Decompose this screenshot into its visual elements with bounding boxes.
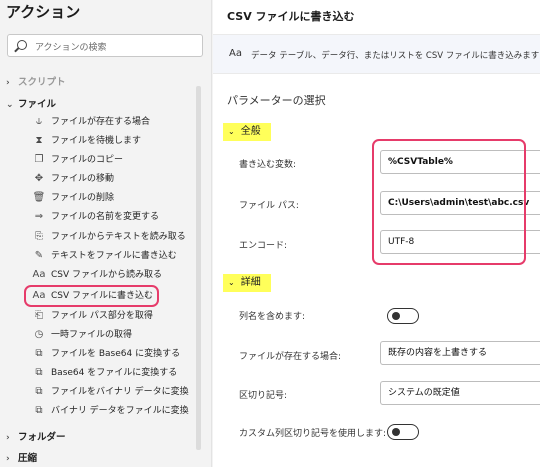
action-item-label: ファイルの移動 (51, 174, 115, 184)
write-text-icon: ✎ (34, 250, 44, 261)
action-item-label: ファイルからテキストを読み取る (51, 232, 186, 242)
chevron-right-icon: › (6, 454, 10, 464)
params-heading: パラメーターの選択 (227, 94, 326, 107)
chevron-right-icon: › (6, 78, 10, 88)
action-item-read-csv[interactable]: Aa CSV ファイルから読み取る (32, 266, 200, 284)
tree-group-label: スクリプト (18, 77, 66, 88)
action-item-write-csv[interactable]: Aa CSV ファイルに書き込む (24, 285, 159, 307)
section-general-label: 全般 (240, 126, 261, 137)
chevron-down-icon: ⌄ (228, 127, 235, 136)
description-body: データ テーブル、データ行、またはリストを CSV ファイルに書き込みます (251, 51, 540, 61)
section-advanced-label: 詳細 (240, 277, 261, 288)
actions-scrollbar[interactable] (196, 86, 201, 450)
toggle-knob (392, 312, 400, 320)
action-item-label: ファイル パス部分を取得 (51, 311, 153, 321)
action-item-label: バイナリ データをファイルに変換 (51, 406, 189, 416)
include-names-toggle[interactable] (387, 308, 419, 324)
section-general-toggle[interactable]: ⌄ 全般 (223, 123, 271, 141)
action-item-label: ファイルの名前を変更する (51, 212, 160, 222)
convert-icon: ⧉ (35, 367, 43, 378)
actions-panel-title: アクション (6, 3, 81, 21)
action-item-if-file-exists[interactable]: ⫝ ファイルが存在する場合 (32, 113, 200, 131)
action-item-copy-file[interactable]: ❐ ファイルのコピー (32, 151, 200, 169)
copy-icon: ❐ (34, 154, 44, 165)
encoding-label: エンコード: (239, 241, 288, 251)
tree-group-label: 圧縮 (18, 453, 38, 464)
file-path-label: ファイル パス: (239, 201, 299, 211)
tree-group-scripts[interactable]: › スクリプト (6, 74, 66, 88)
action-item-label: テキストをファイルに書き込む (51, 251, 177, 261)
trash-icon: 🗑 (32, 192, 46, 203)
file-exists-icon: ⫝ (36, 116, 42, 127)
rename-icon: ⇒ (34, 211, 44, 222)
separator-label: 区切り記号: (239, 391, 288, 401)
variable-label: 書き込む変数: (239, 160, 297, 170)
action-item-binary-to-file[interactable]: ⧉ バイナリ データをファイルに変換 (32, 402, 200, 420)
search-icon (17, 40, 27, 50)
tree-group-label: ファイル (18, 99, 57, 110)
action-item-rename-file[interactable]: ⇒ ファイルの名前を変更する (32, 208, 200, 226)
move-icon: ✥ (34, 173, 44, 184)
action-item-wait-for-file[interactable]: ⧗ ファイルを待機します (32, 132, 200, 150)
action-item-read-text[interactable]: ⎘ ファイルからテキストを読み取る (32, 228, 200, 246)
action-item-label: ファイルが存在する場合 (51, 117, 151, 127)
hourglass-icon: ⧗ (35, 135, 43, 146)
action-item-label: CSV ファイルに書き込む (51, 291, 154, 301)
action-item-label: ファイルを待機します (51, 136, 142, 146)
action-item-base64-to-file[interactable]: ⧉ Base64 をファイルに変換する (32, 364, 200, 382)
chevron-down-icon: ⌄ (6, 100, 14, 110)
highlight-box (372, 139, 526, 265)
chevron-right-icon: › (6, 433, 10, 443)
separator-select[interactable]: システムの既定値 (380, 381, 540, 405)
if-exists-label: ファイルが存在する場合: (239, 352, 342, 362)
csv-icon: Aa (229, 48, 242, 59)
action-item-temp-file[interactable]: ◷ 一時ファイルの取得 (32, 326, 200, 344)
tree-group-file[interactable]: ⌄ ファイル (6, 96, 56, 110)
convert-icon: ⧉ (35, 386, 43, 397)
dialog-title: CSV ファイルに書き込む (227, 10, 355, 23)
actions-panel: アクション アクションの検索 › スクリプト ⌄ ファイル ⫝ ファイルが存在する場合… (0, 0, 212, 467)
action-item-label: ファイルをバイナリ データに変換 (51, 387, 189, 397)
read-text-icon: ⎘ (35, 231, 43, 242)
csv-icon: Aa (32, 290, 46, 301)
action-search-input[interactable]: アクションの検索 (7, 34, 203, 57)
toggle-knob (392, 428, 400, 436)
section-advanced-toggle[interactable]: ⌄ 詳細 (223, 274, 271, 292)
action-item-write-text[interactable]: ✎ テキストをファイルに書き込む (32, 247, 200, 265)
custom-separator-label: カスタム列区切り記号を使用します: (239, 429, 387, 439)
action-item-move-file[interactable]: ✥ ファイルの移動 (32, 170, 200, 188)
search-placeholder: アクションの検索 (35, 43, 107, 53)
action-dialog: CSV ファイルに書き込む Aa データ テーブル、データ行、またはリストを C… (213, 0, 540, 467)
action-item-label: ファイルの削除 (51, 193, 115, 203)
if-exists-select[interactable]: 既存の内容を上書きする (380, 341, 540, 365)
temp-file-icon: ◷ (34, 329, 44, 340)
action-item-label: ファイルのコピー (51, 155, 124, 165)
action-item-label: 一時ファイルの取得 (51, 330, 133, 340)
chevron-down-icon: ⌄ (228, 278, 235, 287)
include-names-label: 列名を含めます: (239, 312, 306, 322)
tree-group-folder[interactable]: › フォルダー (6, 429, 66, 443)
tree-group-compress[interactable]: › 圧縮 (6, 450, 37, 464)
action-item-label: ファイルを Base64 に変換する (51, 349, 181, 359)
action-item-label: Base64 をファイルに変換する (51, 368, 178, 378)
tree-group-label: フォルダー (18, 432, 66, 443)
action-item-label: CSV ファイルから読み取る (51, 270, 163, 280)
action-item-file-to-binary[interactable]: ⧉ ファイルをバイナリ データに変換 (32, 383, 200, 401)
path-icon: ⎗ (35, 310, 43, 321)
csv-icon: Aa (32, 269, 46, 280)
custom-separator-toggle[interactable] (387, 424, 419, 440)
convert-icon: ⧉ (35, 348, 43, 359)
action-item-delete-file[interactable]: 🗑 ファイルの削除 (32, 189, 200, 207)
convert-icon: ⧉ (35, 405, 43, 416)
action-item-get-path-part[interactable]: ⎗ ファイル パス部分を取得 (32, 307, 200, 325)
description-text: データ テーブル、データ行、またはリストを CSV ファイルに書き込みます 詳細 (251, 49, 540, 61)
description-bar: Aa データ テーブル、データ行、またはリストを CSV ファイルに書き込みます… (213, 34, 540, 74)
action-item-file-to-base64[interactable]: ⧉ ファイルを Base64 に変換する (32, 345, 200, 363)
